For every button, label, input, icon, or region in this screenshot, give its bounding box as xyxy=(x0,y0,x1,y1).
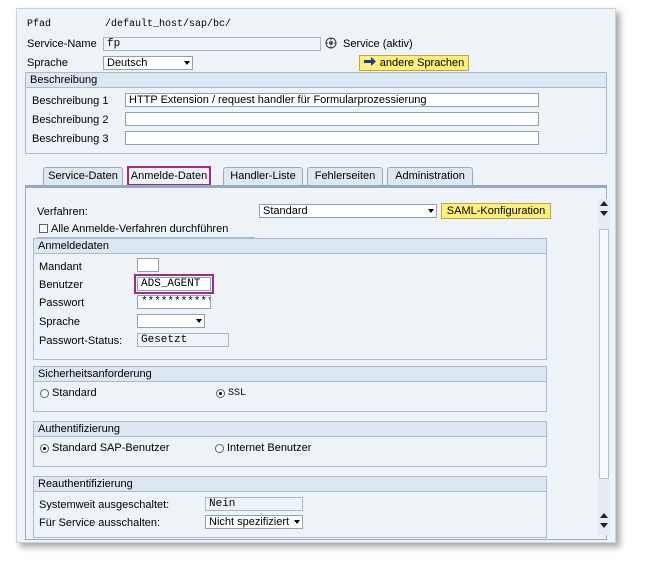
beschreibung-2-label: Beschreibung 2 xyxy=(32,114,109,126)
anmeldedaten-group: Anmeldedaten Mandant Benutzer ADS_AGENT … xyxy=(33,238,547,360)
service-status-icon xyxy=(325,37,337,49)
systemweit-field: Nein xyxy=(205,497,303,511)
mandant-field[interactable] xyxy=(137,258,159,272)
beschreibung-1-label: Beschreibung 1 xyxy=(32,95,109,107)
service-maintenance-window: Pfad /default_host/sap/bc/ Service-Name … xyxy=(16,8,616,543)
chevron-down-icon xyxy=(196,319,202,323)
passwort-field[interactable]: ************ xyxy=(137,295,211,309)
sicherheit-title: Sicherheitsanforderung xyxy=(34,367,546,382)
radio-standard-sap-label: Standard SAP-Benutzer xyxy=(52,442,170,454)
tab-administration[interactable]: Administration xyxy=(387,167,473,185)
beschreibung-3-label: Beschreibung 3 xyxy=(32,133,109,145)
vertical-scrollbar[interactable] xyxy=(598,199,610,535)
service-status-text: Service (aktiv) xyxy=(343,38,413,50)
andere-sprachen-button[interactable]: andere Sprachen xyxy=(359,55,469,71)
andere-sprachen-label: andere Sprachen xyxy=(379,57,465,69)
passwort-status-label: Passwort-Status: xyxy=(39,335,123,347)
scroll-down-icon[interactable] xyxy=(600,523,608,528)
passwort-label: Passwort xyxy=(39,297,85,309)
authentifizierung-group: Authentifizierung Standard SAP-Benutzer … xyxy=(33,421,547,467)
arrow-right-icon xyxy=(363,56,376,70)
alle-verfahren-checkbox[interactable] xyxy=(39,224,48,233)
tab-handler-liste[interactable]: Handler-Liste xyxy=(223,167,303,185)
mandant-label: Mandant xyxy=(39,261,82,273)
anmeldedaten-title: Anmeldedaten xyxy=(34,239,546,254)
systemweit-label: Systemweit ausgeschaltet: xyxy=(39,499,170,511)
scroll-step-up-icon[interactable] xyxy=(600,513,608,518)
verfahren-dropdown-value: Standard xyxy=(263,205,308,217)
beschreibung-title: Beschreibung xyxy=(26,73,606,88)
alle-verfahren-label: Alle Anmelde-Verfahren durchführen xyxy=(51,223,229,235)
verfahren-label: Verfahren: xyxy=(37,206,88,218)
tab-highlight-box xyxy=(127,166,211,186)
benutzer-highlight-box xyxy=(134,274,214,294)
service-name-label: Service-Name xyxy=(27,38,97,50)
radio-standard-sap[interactable] xyxy=(40,444,49,453)
chevron-down-icon xyxy=(428,209,434,213)
scroll-up-icon[interactable] xyxy=(600,201,608,206)
chevron-down-icon xyxy=(184,61,190,65)
authentifizierung-title: Authentifizierung xyxy=(34,422,546,437)
reauth-group: Reauthentifizierung Systemweit ausgescha… xyxy=(33,476,547,538)
reauth-title: Reauthentifizierung xyxy=(34,477,546,492)
scrollbar-thumb[interactable] xyxy=(599,229,609,479)
beschreibung-3-field[interactable] xyxy=(125,131,539,145)
radio-internet[interactable] xyxy=(215,444,224,453)
service-name-field[interactable]: fp xyxy=(103,37,321,51)
beschreibung-2-field[interactable] xyxy=(125,112,539,126)
sicherheit-group: Sicherheitsanforderung Standard SSL xyxy=(33,366,547,412)
fuer-service-label: Für Service ausschalten: xyxy=(39,517,161,529)
tab-fehlerseiten[interactable]: Fehlerseiten xyxy=(307,167,383,185)
sprache-dropdown[interactable]: Deutsch xyxy=(103,56,193,70)
benutzer-label: Benutzer xyxy=(39,279,84,291)
sprache-dropdown-value: Deutsch xyxy=(107,57,148,69)
radio-ssl-label: SSL xyxy=(228,388,247,399)
passwort-status-field: Gesetzt xyxy=(137,333,229,347)
chevron-down-icon xyxy=(294,520,300,524)
fuer-service-value: Nicht spezifiziert xyxy=(209,516,290,528)
verfahren-dropdown[interactable]: Standard xyxy=(259,204,437,218)
pfad-label: Pfad xyxy=(27,19,52,30)
radio-standard-label: Standard xyxy=(52,387,97,399)
saml-konfiguration-button[interactable]: SAML-Konfiguration xyxy=(441,203,551,219)
pfad-value: /default_host/sap/bc/ xyxy=(105,19,232,30)
beschreibung-group: Beschreibung Beschreibung 1 HTTP Extensi… xyxy=(25,72,607,154)
sprache-label: Sprache xyxy=(27,57,68,69)
anmelde-sprache-dropdown[interactable] xyxy=(137,314,205,328)
fuer-service-dropdown[interactable]: Nicht spezifiziert xyxy=(205,515,303,529)
radio-internet-label: Internet Benutzer xyxy=(227,442,312,454)
radio-ssl[interactable] xyxy=(216,389,225,398)
radio-standard[interactable] xyxy=(40,389,49,398)
beschreibung-1-field[interactable]: HTTP Extension / request handler für For… xyxy=(125,93,539,107)
tab-service-daten[interactable]: Service-Daten xyxy=(43,167,123,185)
anmelde-sprache-label: Sprache xyxy=(39,316,80,328)
scroll-step-down-icon[interactable] xyxy=(600,211,608,216)
